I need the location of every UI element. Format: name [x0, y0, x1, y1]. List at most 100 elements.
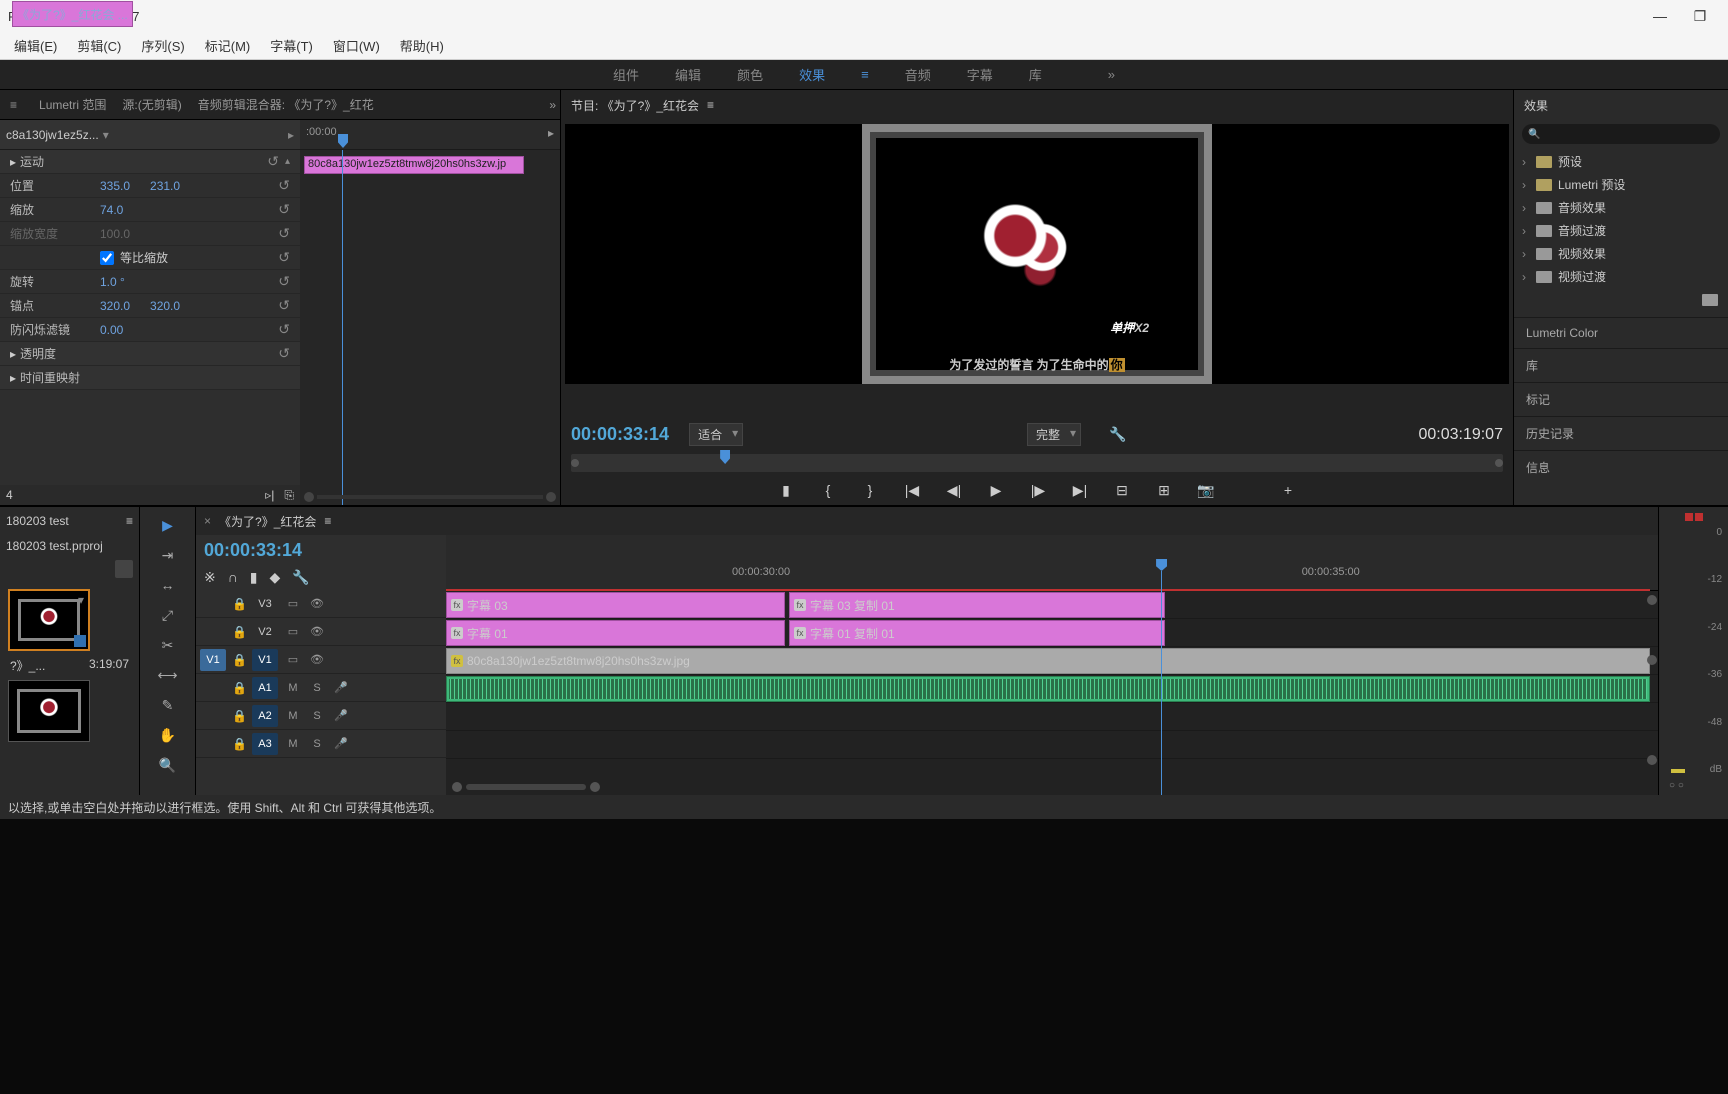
track-v3[interactable]: V3 — [252, 593, 278, 615]
fx-time-remap[interactable]: 时间重映射 — [20, 369, 110, 386]
mute-icon[interactable]: M — [284, 710, 302, 722]
menu-help[interactable]: 帮助(H) — [390, 36, 454, 55]
ws-editing[interactable]: 编辑 — [675, 65, 701, 84]
solo-icon[interactable]: S — [308, 710, 326, 722]
solo-icon[interactable]: S — [308, 738, 326, 750]
scroll-handle[interactable] — [304, 492, 314, 502]
rotation-value[interactable]: 1.0 ° — [100, 275, 125, 289]
effects-panel-tab[interactable]: 效果 — [1524, 97, 1548, 114]
slip-tool[interactable]: ⟷ — [156, 663, 180, 687]
track-select-tool[interactable]: ⇥ — [156, 543, 180, 567]
settings-icon[interactable]: 🔧 — [292, 569, 309, 586]
tab-source[interactable]: 源:(无剪辑) — [122, 96, 181, 113]
extract-icon[interactable]: ⊞ — [1153, 482, 1175, 499]
source-v1[interactable]: V1 — [200, 649, 226, 671]
bin-item[interactable] — [8, 680, 90, 742]
zoom-select[interactable]: 适合 — [689, 423, 743, 446]
eye-icon[interactable]: 👁 — [308, 625, 326, 638]
ec-icon1[interactable]: ▹| — [265, 488, 274, 503]
mark-in-icon[interactable]: ▮ — [775, 482, 797, 499]
linked-selection-icon[interactable]: ∩ — [228, 569, 238, 586]
fx-audio-transitions[interactable]: 音频过渡 — [1514, 219, 1728, 242]
ws-audio[interactable]: 音频 — [905, 65, 931, 84]
fx-video-effects[interactable]: 视频效果 — [1514, 242, 1728, 265]
ec-icon2[interactable]: ⎘ — [284, 488, 294, 503]
clip-subtitle03[interactable]: fx字幕 03 — [446, 592, 785, 618]
fx-lumetri-presets[interactable]: Lumetri 预设 — [1514, 173, 1728, 196]
clip-image[interactable]: fx80c8a130jw1ez5zt8tmw8j20hs0hs3zw.jpg — [446, 648, 1650, 674]
vscroll-handle[interactable] — [1647, 595, 1657, 605]
tab-lumetri-scopes[interactable]: Lumetri 范围 — [39, 96, 106, 113]
voice-icon[interactable]: 🎤 — [332, 681, 350, 694]
menu-edit[interactable]: 编辑(E) — [4, 36, 67, 55]
zoom-tool[interactable]: 🔍 — [156, 753, 180, 777]
mute-icon[interactable]: M — [284, 738, 302, 750]
fx-presets[interactable]: 预设 — [1514, 150, 1728, 173]
ec-clip-bar[interactable]: 80c8a130jw1ez5zt8tmw8j20hs0hs3zw.jp — [304, 156, 524, 174]
fx-motion[interactable]: 运动 — [20, 153, 110, 170]
twirl-icon[interactable]: ▸ — [10, 155, 16, 169]
snap-icon[interactable]: ※ — [204, 569, 216, 586]
effects-search[interactable] — [1522, 124, 1720, 144]
program-scrubber[interactable] — [571, 454, 1503, 472]
timeline-playhead[interactable] — [1161, 571, 1162, 795]
timeline-tracks[interactable]: 00:00:30:00 00:00:35:00 fx字幕 03 fx字幕 03 … — [446, 535, 1658, 795]
collapse-icon[interactable]: ▴ — [285, 156, 290, 167]
ec-timeline[interactable]: :00:00 ▸ 80c8a130jw1ez5zt8tmw8j20hs0hs3z… — [300, 120, 560, 505]
new-bin-icon[interactable] — [1702, 294, 1718, 306]
reset-icon[interactable]: ↺ — [278, 297, 290, 314]
mark-out-icon[interactable]: { — [817, 482, 839, 499]
ws-color[interactable]: 颜色 — [737, 65, 763, 84]
ws-overflow-icon[interactable]: » — [1108, 67, 1115, 82]
lock-icon[interactable]: 🔒 — [232, 681, 246, 695]
ws-effects[interactable]: 效果 — [799, 65, 825, 84]
reset-icon[interactable]: ↺ — [278, 273, 290, 290]
anchor-x[interactable]: 320.0 — [100, 299, 130, 313]
reset-icon[interactable]: ↺ — [267, 153, 279, 170]
reset-icon[interactable]: ↺ — [278, 321, 290, 338]
sequence-name[interactable]: 《为了?》_红花会 — [219, 513, 316, 530]
hand-tool[interactable]: ✋ — [156, 723, 180, 747]
voice-icon[interactable]: 🎤 — [332, 737, 350, 750]
program-menu-icon[interactable]: ≡ — [707, 98, 714, 112]
lock-icon[interactable]: 🔒 — [232, 709, 246, 723]
zoom-handle[interactable] — [452, 782, 462, 792]
fx-video-transitions[interactable]: 视频过渡 — [1514, 265, 1728, 288]
clip-subtitle03-copy[interactable]: fx字幕 03 复制 01 — [789, 592, 1165, 618]
scrub-handle[interactable] — [1495, 459, 1503, 467]
ec-playhead[interactable] — [338, 134, 348, 148]
toggle-output-icon[interactable]: ▭ — [284, 625, 302, 638]
button-editor-icon[interactable]: + — [1277, 482, 1299, 499]
panel-menu-icon[interactable]: ≡ — [126, 514, 133, 528]
marker-add-icon[interactable]: ◆ — [270, 569, 281, 586]
program-timecode[interactable]: 00:00:33:14 — [571, 424, 669, 445]
anchor-y[interactable]: 320.0 — [150, 299, 180, 313]
go-in-icon[interactable]: |◀ — [901, 482, 923, 499]
audio-clip[interactable] — [446, 676, 1650, 702]
meter-solo-icon[interactable]: ○ ○ — [1669, 780, 1684, 791]
flicker-value[interactable]: 0.00 — [100, 323, 123, 337]
lift-icon[interactable]: ⊟ — [1111, 482, 1133, 499]
zoom-bar[interactable] — [466, 784, 586, 790]
fx-opacity[interactable]: 透明度 — [20, 345, 110, 362]
ws-assembly[interactable]: 组件 — [613, 65, 639, 84]
bin-item[interactable] — [8, 589, 90, 651]
twirl-icon[interactable]: ▸ — [10, 371, 16, 385]
vscroll-handle[interactable] — [1647, 755, 1657, 765]
toggle-output-icon[interactable]: ▭ — [284, 597, 302, 610]
step-back-icon[interactable]: ◀| — [943, 482, 965, 499]
voice-icon[interactable]: 🎤 — [332, 709, 350, 722]
panel-menu-icon[interactable]: ≡ — [4, 94, 23, 116]
quality-select[interactable]: 完整 — [1027, 423, 1081, 446]
rate-stretch-tool[interactable]: ⤢ — [156, 603, 180, 627]
panel-markers[interactable]: 标记 — [1514, 382, 1728, 416]
panel-history[interactable]: 历史记录 — [1514, 416, 1728, 450]
ec-source-clip[interactable]: c8a130jw1ez5z... — [6, 128, 109, 142]
lock-icon[interactable]: 🔒 — [232, 737, 246, 751]
clip-subtitle01[interactable]: fx字幕 01 — [446, 620, 785, 646]
menu-window[interactable]: 窗口(W) — [323, 36, 390, 55]
mute-icon[interactable]: M — [284, 682, 302, 694]
lock-icon[interactable]: 🔒 — [232, 653, 246, 667]
lock-icon[interactable]: 🔒 — [232, 597, 246, 611]
scrub-handle[interactable] — [571, 459, 579, 467]
